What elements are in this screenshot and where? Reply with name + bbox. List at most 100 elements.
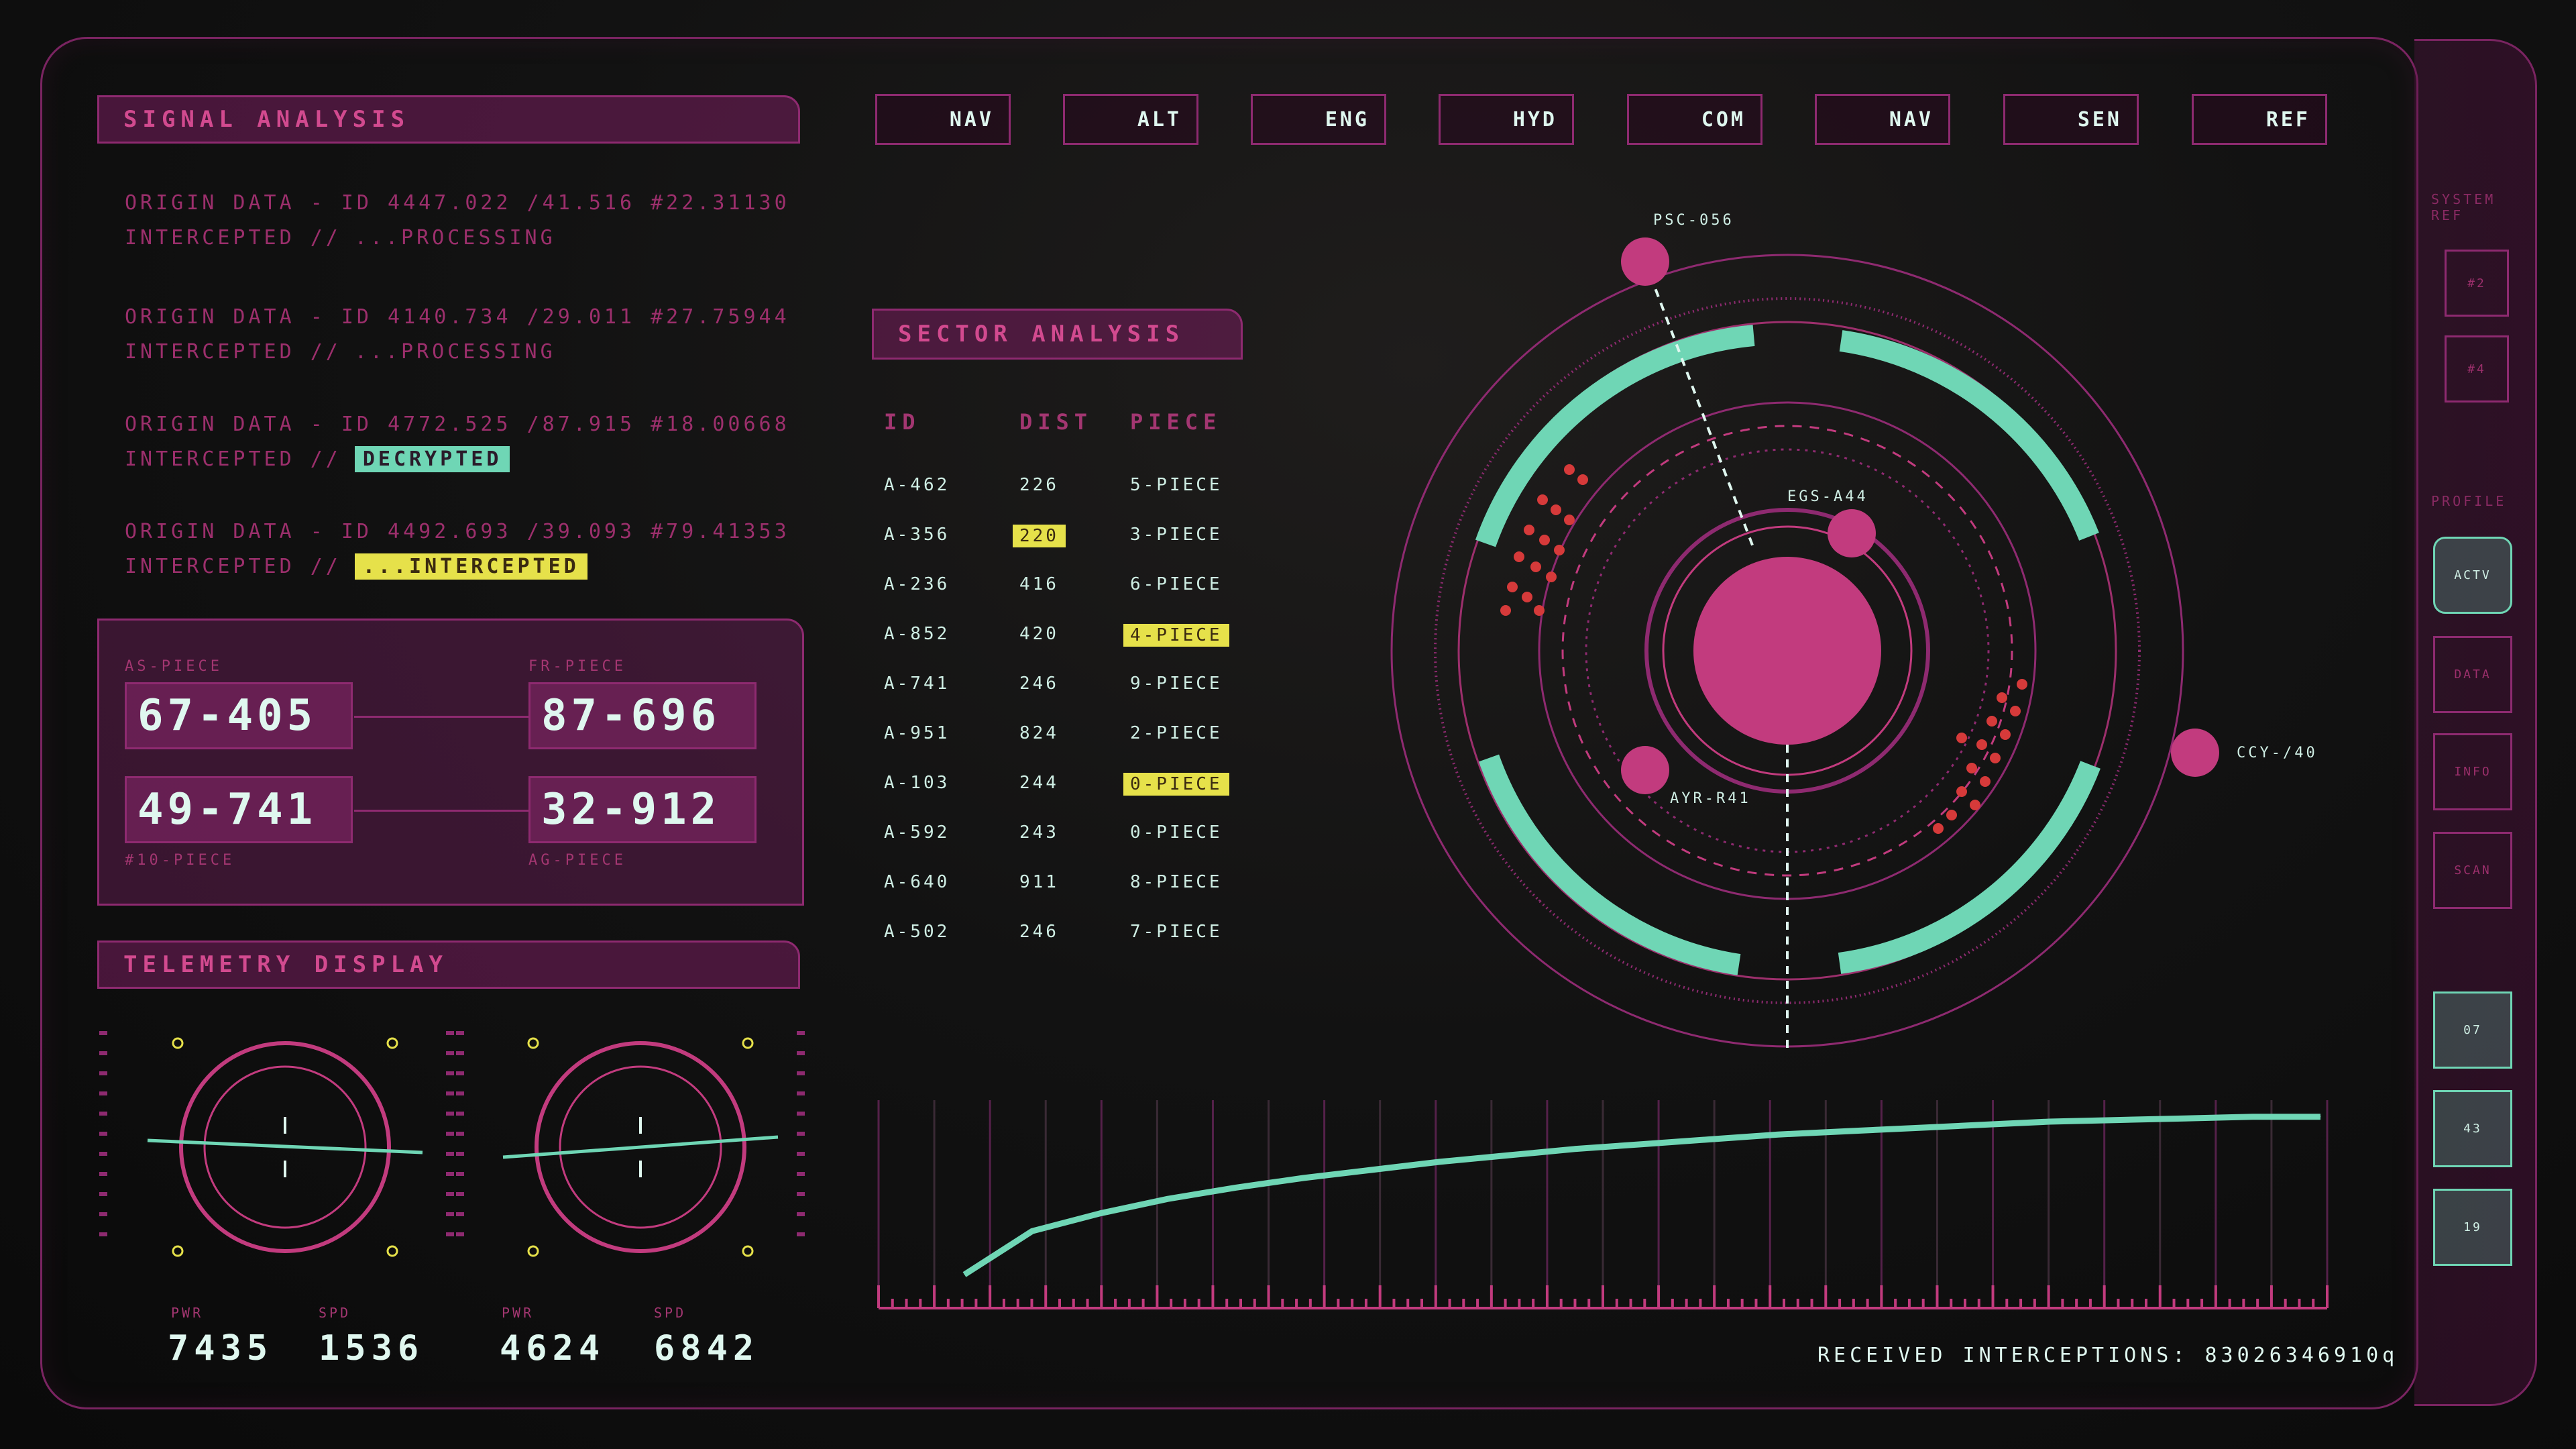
gauge-value: 1536	[319, 1328, 425, 1368]
ring-arc	[1478, 754, 1741, 975]
code-box[interactable]: 49-741	[125, 776, 353, 843]
sector-cell-dist: 911	[1019, 872, 1059, 892]
sector-cell-piece: 8-PIECE	[1130, 872, 1223, 892]
log-sub: INTERCEPTED // ...PROCESSING	[125, 226, 556, 250]
sector-cell-id: A-640	[884, 872, 950, 892]
sector-cell-id: A-852	[884, 624, 950, 644]
code-label: AS-PIECE	[125, 658, 223, 675]
signal-analysis-title-text: SIGNAL ANALYSIS	[123, 106, 410, 133]
chart-point	[1777, 1134, 1779, 1135]
chart-point	[1303, 1177, 1304, 1179]
planet-label-ccy: CCY-/40	[2237, 745, 2318, 761]
intercepted-badge[interactable]: ...INTERCEPTED	[354, 553, 587, 580]
tab-ref[interactable]: REF	[2192, 94, 2327, 145]
log-sub: INTERCEPTED // ...INTERCEPTED	[125, 553, 587, 580]
chart-point	[1099, 1213, 1101, 1214]
tab-alt[interactable]: ALT	[1063, 94, 1198, 145]
planet-egs[interactable]	[1828, 509, 1876, 557]
tab-eng[interactable]: ENG	[1251, 94, 1386, 145]
sector-cell-dist: 244	[1019, 773, 1059, 793]
code-panel: AS-PIECE FR-PIECE 67-405 87-696 49-741 3…	[97, 619, 804, 906]
planet-label-psc: PSC-056	[1653, 212, 1734, 229]
gauge-label: PWR	[502, 1305, 535, 1321]
sector-cell-id: A-502	[884, 922, 950, 942]
log-sub-label: INTERCEPTED //	[125, 555, 341, 578]
rail-bottom-button[interactable]: 19	[2433, 1189, 2512, 1266]
log-sub-value: ...PROCESSING	[354, 340, 556, 364]
sector-cell-dist: 243	[1019, 822, 1059, 843]
code-label: FR-PIECE	[528, 658, 626, 675]
planet-ayr[interactable]	[1621, 746, 1669, 794]
tab-sen[interactable]: SEN	[2003, 94, 2139, 145]
rail-button-small[interactable]: #4	[2445, 335, 2509, 402]
tab-hyd[interactable]: HYD	[1439, 94, 1574, 145]
log-line: ORIGIN DATA - ID 4447.022 /41.516 #22.31…	[125, 191, 790, 215]
col-header-dist: DIST	[1019, 409, 1093, 435]
signal-analysis-title: SIGNAL ANALYSIS	[97, 95, 800, 144]
ring-arc	[1839, 330, 2099, 541]
log-sub-value: ...PROCESSING	[354, 226, 556, 250]
code-box[interactable]: 67-405	[125, 682, 353, 749]
sector-cell-piece: 7-PIECE	[1130, 922, 1223, 942]
debris-cluster-right	[1933, 679, 2027, 834]
gauge-left	[99, 1031, 454, 1257]
telemetry-title-text: TELEMETRY DISPLAY	[123, 951, 448, 978]
decrypted-badge[interactable]: DECRYPTED	[354, 446, 510, 472]
connector-line	[354, 716, 528, 718]
log-sub-label: INTERCEPTED //	[125, 447, 341, 471]
sector-analysis-title-text: SECTOR ANALYSIS	[898, 321, 1185, 347]
received-interceptions: RECEIVED INTERCEPTIONS: 83026346910q	[1817, 1344, 2399, 1367]
sector-cell-piece: 0-PIECE	[1123, 773, 1229, 796]
tab-com[interactable]: COM	[1627, 94, 1762, 145]
tab-nav[interactable]: NAV	[875, 94, 1011, 145]
central-planet[interactable]	[1693, 557, 1881, 745]
telemetry-title: TELEMETRY DISPLAY	[97, 941, 800, 989]
rail-button-small[interactable]: #2	[2445, 250, 2509, 317]
sector-cell-id: A-951	[884, 723, 950, 743]
gauge-label: PWR	[171, 1305, 204, 1321]
sector-cell-piece: 0-PIECE	[1130, 822, 1223, 843]
chart-point	[1235, 1187, 1236, 1188]
col-header-id: ID	[884, 409, 921, 435]
planet-psc[interactable]	[1621, 237, 1669, 286]
chart-series-line	[962, 1114, 2320, 1277]
planet-label-ayr: AYR-R41	[1670, 790, 1751, 807]
code-box[interactable]: 32-912	[528, 776, 757, 843]
sector-cell-id: A-236	[884, 574, 950, 594]
sector-cell-id: A-356	[884, 525, 950, 545]
code-label: AG-PIECE	[528, 852, 626, 869]
sector-cell-dist: 220	[1013, 525, 1066, 547]
rail-mode[interactable]: INFO	[2433, 733, 2512, 810]
sector-cell-id: A-462	[884, 475, 950, 495]
planet-ccy[interactable]	[2171, 729, 2219, 777]
rail-mode-active[interactable]: ACTV	[2433, 537, 2512, 614]
rail-mode[interactable]: DATA	[2433, 636, 2512, 713]
rail-mode[interactable]: SCAN	[2433, 832, 2512, 909]
sector-cell-piece: 3-PIECE	[1130, 525, 1223, 545]
log-line: ORIGIN DATA - ID 4772.525 /87.915 #18.00…	[125, 413, 790, 436]
rail-bottom-button[interactable]: 43	[2433, 1090, 2512, 1167]
signal-chart	[877, 1100, 2329, 1309]
sector-cell-id: A-103	[884, 773, 950, 793]
log-line: ORIGIN DATA - ID 4140.734 /29.011 #27.75…	[125, 305, 790, 329]
chart-point	[2252, 1116, 2253, 1118]
gauge-label: SPD	[654, 1305, 687, 1321]
log-sub-label: INTERCEPTED //	[125, 226, 341, 250]
code-box[interactable]: 87-696	[528, 682, 757, 749]
sector-cell-id: A-592	[884, 822, 950, 843]
chart-point	[1506, 1155, 1508, 1156]
sector-cell-dist: 420	[1019, 624, 1059, 644]
gauge-label: SPD	[319, 1305, 351, 1321]
gauge-value: 6842	[654, 1328, 760, 1368]
rail-bottom-button[interactable]: 07	[2433, 991, 2512, 1069]
chart-point	[1981, 1124, 1982, 1126]
sector-cell-id: A-741	[884, 674, 950, 694]
tab-nav-2[interactable]: NAV	[1815, 94, 1950, 145]
chart-point	[2184, 1118, 2186, 1119]
telemetry-gauges	[99, 1031, 805, 1257]
rail-label-system: SYSTEM REF	[2431, 191, 2496, 223]
log-line: ORIGIN DATA - ID 4492.693 /39.093 #79.41…	[125, 520, 790, 543]
sector-cell-piece: 6-PIECE	[1130, 574, 1223, 594]
sector-cell-piece: 9-PIECE	[1130, 674, 1223, 694]
gauge-right	[456, 1031, 805, 1257]
